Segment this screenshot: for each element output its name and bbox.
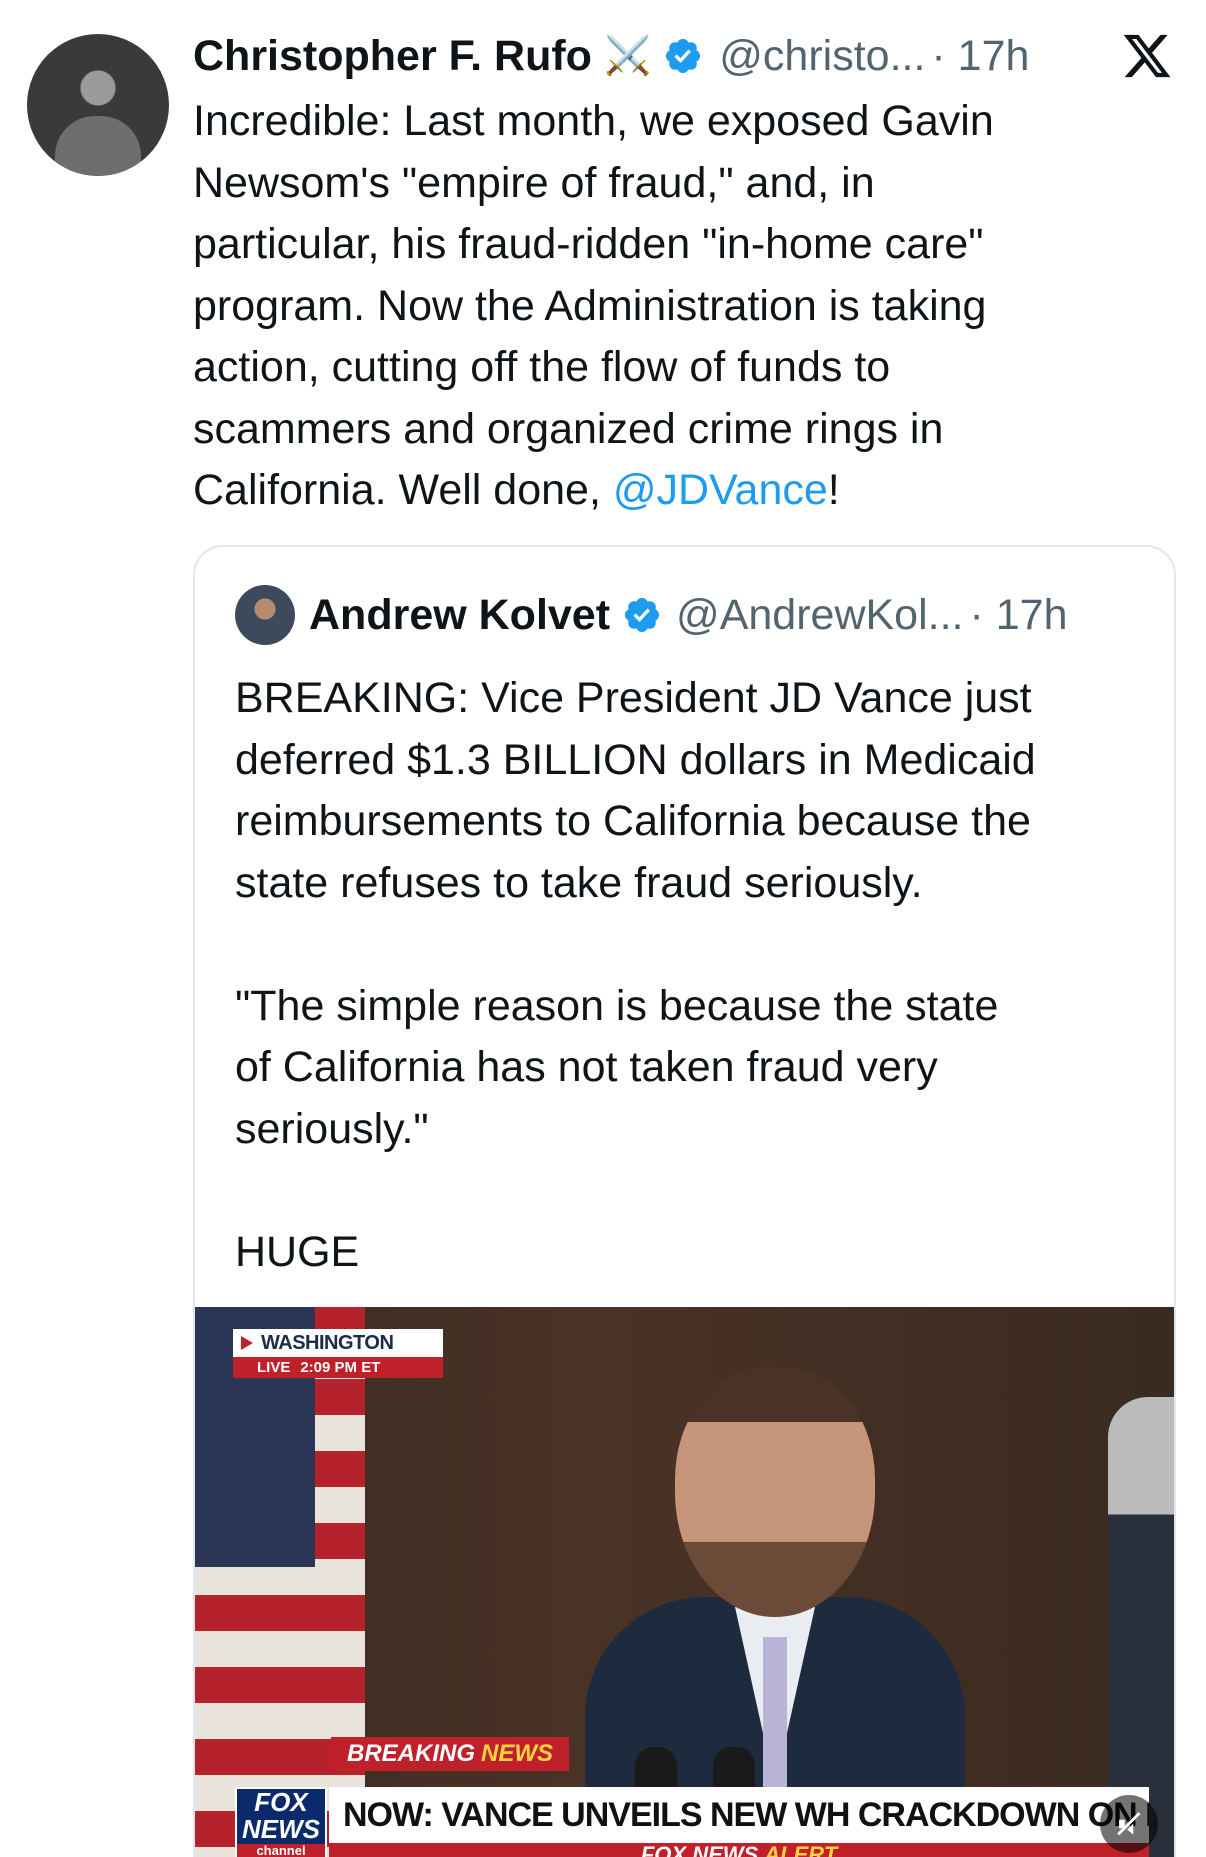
news-alert-bar: FOX NEWS ALERT — [329, 1843, 1149, 1857]
live-bar: LIVE 2:09 PM ET — [233, 1357, 443, 1378]
live-time: 2:09 PM ET — [300, 1359, 381, 1376]
mute-toggle-button[interactable] — [1100, 1795, 1158, 1853]
quoted-text: BREAKING: Vice President JD Vance just d… — [235, 674, 1036, 1276]
verified-badge-icon — [624, 597, 660, 633]
quoted-author-handle[interactable]: @AndrewKol... — [676, 591, 963, 640]
tweet-text-end: ! — [827, 466, 840, 514]
location-label: WASHINGTON — [233, 1329, 443, 1357]
author-handle[interactable]: @christo... — [719, 32, 925, 81]
news-lower-third: BREAKING NEWS FOX NEWS channel NOW: VANCE… — [195, 1732, 1174, 1857]
location-bug: WASHINGTON LIVE 2:09 PM ET — [233, 1329, 443, 1378]
logo-top: FOX — [254, 1787, 308, 1817]
logo-mid: NEWS — [242, 1814, 320, 1844]
quoted-tweet[interactable]: Andrew Kolvet @AndrewKol... · 17h BREAKI… — [193, 545, 1176, 1857]
quoted-header: Andrew Kolvet @AndrewKol... · 17h — [235, 585, 1068, 645]
video-player[interactable]: WASHINGTON LIVE 2:09 PM ET BREAKING NEWS … — [195, 1307, 1174, 1857]
author-avatar[interactable] — [27, 34, 169, 176]
tweet-body: Incredible: Last month, we exposed Gavin… — [193, 97, 994, 514]
alert-brand: FOX NEWS — [640, 1842, 759, 1857]
verified-badge-icon — [666, 38, 701, 74]
mention-link[interactable]: @JDVance — [613, 466, 828, 514]
breaking-news-word: NEWS — [481, 1740, 554, 1767]
quoted-author-name[interactable]: Andrew Kolvet — [309, 591, 610, 640]
breaking-label: BREAKING — [347, 1740, 476, 1767]
alert-word: ALERT — [764, 1842, 838, 1857]
tweet-time[interactable]: · 17h — [931, 32, 1029, 81]
quoted-avatar[interactable] — [235, 585, 295, 645]
news-headline: NOW: VANCE UNVEILS NEW WH CRACKDOWN ON F… — [329, 1787, 1149, 1843]
quoted-time[interactable]: · 17h — [969, 591, 1067, 640]
muted-speaker-icon — [1117, 1812, 1141, 1836]
live-label: LIVE — [257, 1359, 291, 1376]
fox-news-logo: FOX NEWS channel — [235, 1787, 327, 1857]
speaker-head — [675, 1367, 875, 1617]
crossed-swords-icon: ⚔️ — [603, 35, 652, 77]
x-logo-icon — [1123, 34, 1171, 78]
author-name[interactable]: Christopher F. Rufo — [193, 32, 592, 81]
breaking-news-tag: BREAKING NEWS — [331, 1737, 570, 1771]
avatar-figure — [55, 116, 141, 176]
tweet-text: Incredible: Last month, we exposed Gavin… — [193, 91, 1113, 522]
tweet-header: Christopher F. Rufo ⚔️ @christo... · 17h — [193, 26, 1029, 86]
logo-bottom: channel — [237, 1844, 325, 1857]
